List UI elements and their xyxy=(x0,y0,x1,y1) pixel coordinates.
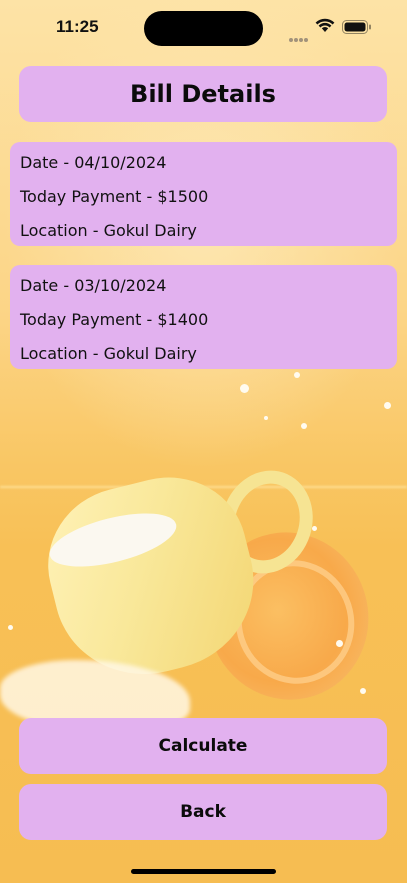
milk-drop xyxy=(336,640,343,647)
milk-drop xyxy=(240,384,249,393)
status-bar: 11:25 xyxy=(0,0,407,56)
bill-location: Location - Gokul Dairy xyxy=(20,344,197,363)
milk-drop xyxy=(360,688,366,694)
milk-drop xyxy=(384,402,391,409)
back-button[interactable]: Back xyxy=(19,784,387,840)
bill-date: Date - 04/10/2024 xyxy=(20,153,167,172)
bill-date: Date - 03/10/2024 xyxy=(20,276,167,295)
wifi-icon xyxy=(315,18,335,32)
dynamic-island xyxy=(144,11,263,46)
signal-icon xyxy=(289,27,311,42)
page-title: Bill Details xyxy=(130,80,276,108)
milk-drop xyxy=(294,372,300,378)
milk-drop xyxy=(264,416,268,420)
calculate-button[interactable]: Calculate xyxy=(19,718,387,774)
bill-payment: Today Payment - $1500 xyxy=(20,187,209,206)
milk-drop xyxy=(8,625,13,630)
battery-icon xyxy=(342,20,371,34)
header-card: Bill Details xyxy=(19,66,387,122)
bill-card: Date - 03/10/2024 Today Payment - $1400 … xyxy=(10,265,397,369)
home-indicator[interactable] xyxy=(131,869,276,874)
status-time: 11:25 xyxy=(56,17,99,36)
bill-location: Location - Gokul Dairy xyxy=(20,221,197,240)
bill-payment: Today Payment - $1400 xyxy=(20,310,209,329)
milk-drop xyxy=(312,526,317,531)
bill-card: Date - 04/10/2024 Today Payment - $1500 … xyxy=(10,142,397,246)
milk-drop xyxy=(301,423,307,429)
